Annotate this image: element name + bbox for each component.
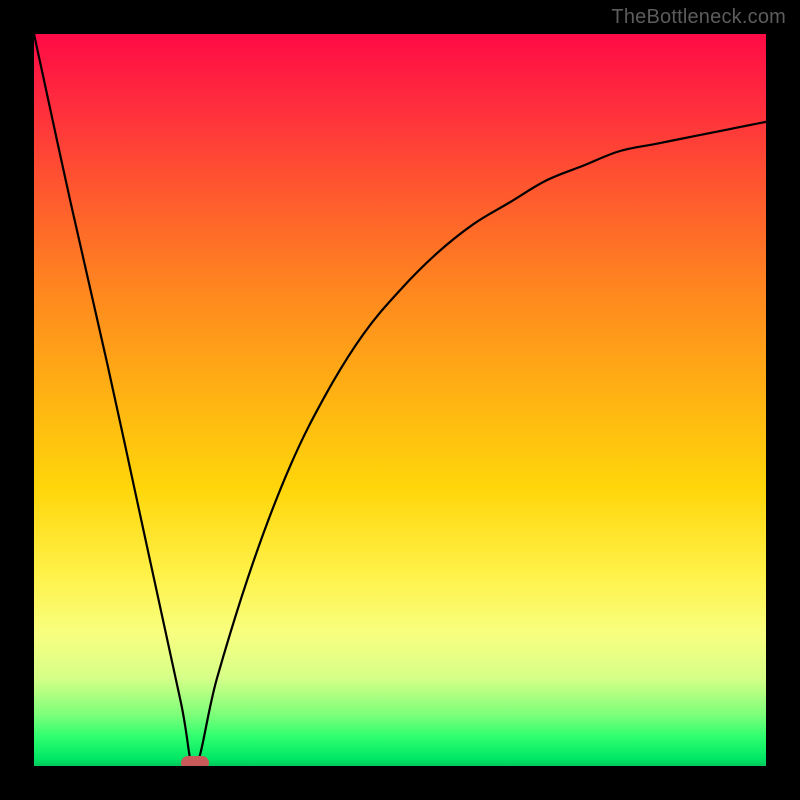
minimum-marker [181, 756, 209, 766]
plot-area [34, 34, 766, 766]
watermark-text: TheBottleneck.com [611, 6, 786, 29]
chart-frame: TheBottleneck.com [0, 0, 800, 800]
bottleneck-curve [34, 34, 766, 766]
